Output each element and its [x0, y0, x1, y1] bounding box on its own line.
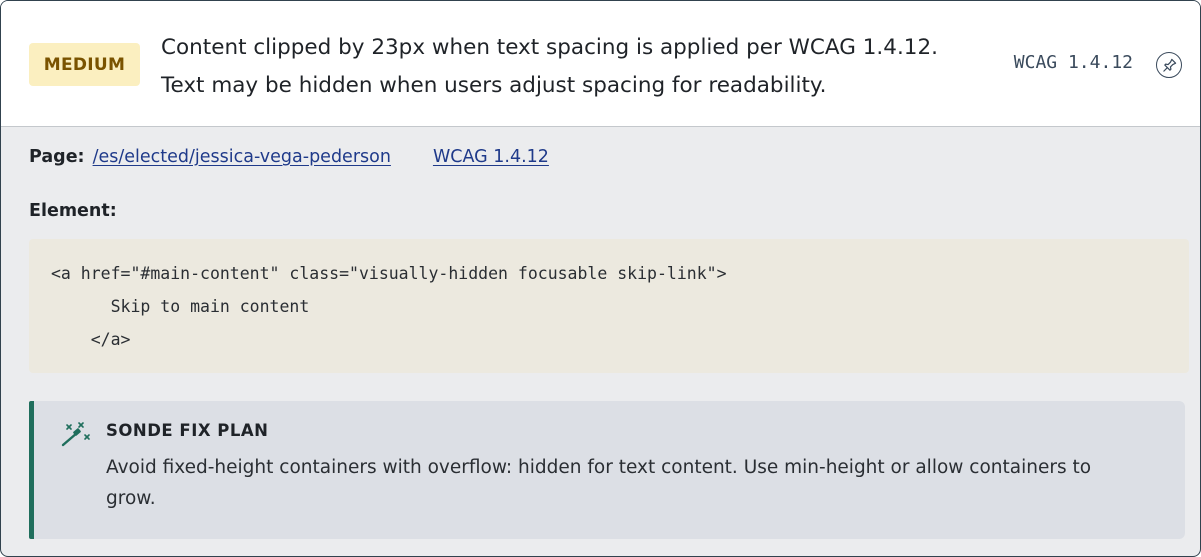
element-code-snippet: <a href="#main-content" class="visually-… — [51, 264, 727, 349]
magic-wand-icon — [61, 422, 90, 447]
severity-badge: MEDIUM — [29, 43, 140, 86]
fix-plan-title: SONDE FIX PLAN — [106, 421, 269, 440]
page-meta-row: Page: /es/elected/jessica-vega-pederson … — [29, 147, 1175, 173]
issue-description: Content clipped by 23px when text spacin… — [161, 35, 938, 98]
element-code-block: <a href="#main-content" class="visually-… — [29, 239, 1189, 373]
issue-header[interactable]: MEDIUM Content clipped by 23px when text… — [1, 1, 1200, 127]
page-label: Page: — [29, 147, 85, 167]
wcag-link[interactable]: WCAG 1.4.12 — [433, 147, 549, 167]
fix-plan-text: Avoid fixed-height containers with overf… — [106, 457, 1092, 509]
issue-details: Page: /es/elected/jessica-vega-pederson … — [29, 147, 1175, 227]
wcag-criterion-tag: WCAG 1.4.12 — [1013, 52, 1133, 73]
pin-button[interactable] — [1156, 52, 1182, 78]
issue-card: MEDIUM Content clipped by 23px when text… — [0, 0, 1201, 557]
page-link[interactable]: /es/elected/jessica-vega-pederson — [93, 147, 391, 167]
element-label: Element: — [29, 201, 117, 221]
fix-plan-panel: SONDE FIX PLAN Avoid fixed-height contai… — [29, 401, 1185, 539]
pin-icon — [1162, 58, 1176, 72]
